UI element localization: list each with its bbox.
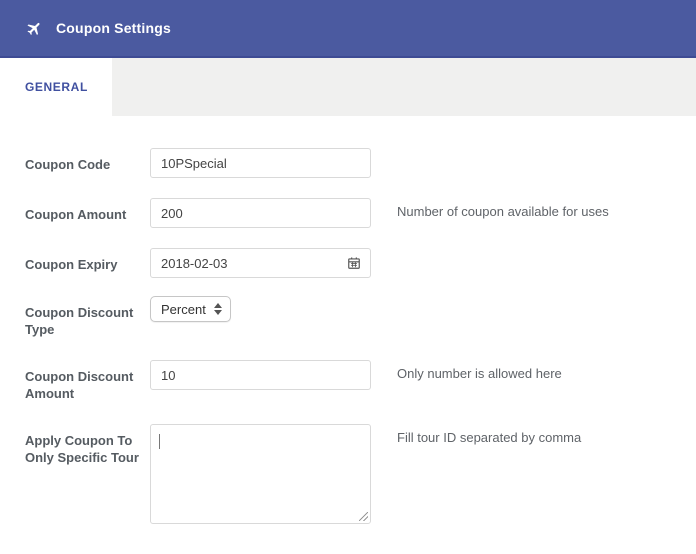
header-bar: Coupon Settings [0, 0, 696, 58]
coupon-amount-label: Coupon Amount [25, 207, 127, 222]
form-row-coupon-code: Coupon Code [25, 148, 696, 178]
coupon-settings-form: Coupon Code Coupon Amount Number of coup… [0, 116, 696, 524]
coupon-code-label: Coupon Code [25, 157, 111, 172]
discount-type-select[interactable]: Percent [150, 296, 231, 322]
select-arrows-icon [213, 303, 222, 315]
discount-type-selected-value: Percent [161, 301, 206, 317]
tab-general[interactable]: GENERAL [0, 58, 112, 116]
form-row-coupon-amount: Coupon Amount Number of coupon available… [25, 198, 696, 228]
coupon-expiry-input[interactable] [150, 248, 371, 278]
text-cursor [159, 434, 160, 449]
plane-icon [25, 19, 43, 37]
discount-amount-input[interactable] [150, 360, 371, 390]
form-row-discount-type: Coupon Discount Type Percent [25, 296, 696, 338]
coupon-expiry-label: Coupon Expiry [25, 257, 118, 272]
discount-type-label: Coupon Discount Type [25, 305, 134, 337]
form-row-coupon-expiry: Coupon Expiry [25, 248, 696, 278]
tab-strip: GENERAL [0, 58, 696, 116]
coupon-amount-helper: Number of coupon available for uses [397, 204, 609, 219]
form-row-specific-tour: Apply Coupon To Only Specific Tour Fill … [25, 424, 696, 524]
discount-amount-helper: Only number is allowed here [397, 366, 562, 381]
tab-general-label: GENERAL [25, 80, 88, 94]
coupon-amount-input[interactable] [150, 198, 371, 228]
discount-amount-label: Coupon Discount Amount [25, 369, 134, 401]
page-title: Coupon Settings [56, 20, 171, 36]
specific-tour-helper: Fill tour ID separated by comma [397, 430, 582, 445]
specific-tour-textarea[interactable] [150, 424, 371, 524]
coupon-code-input[interactable] [150, 148, 371, 178]
resize-handle[interactable] [359, 512, 368, 521]
form-row-discount-amount: Coupon Discount Amount Only number is al… [25, 360, 696, 402]
specific-tour-label: Apply Coupon To Only Specific Tour [25, 433, 139, 465]
